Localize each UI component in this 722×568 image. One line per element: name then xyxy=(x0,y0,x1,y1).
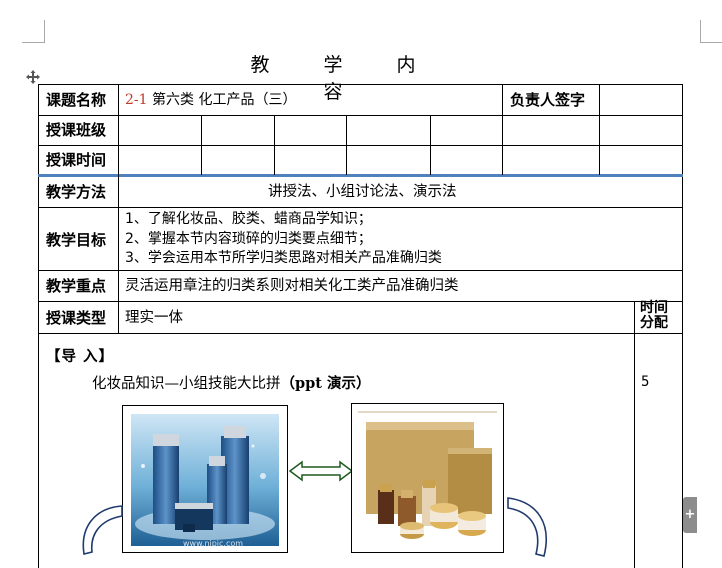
class-cell[interactable] xyxy=(120,117,200,144)
time-label: 授课时间 xyxy=(46,151,107,169)
time-cell[interactable] xyxy=(432,147,501,173)
cosmetics-photo-1[interactable]: www.nipic.com xyxy=(122,405,288,553)
time-cell[interactable] xyxy=(276,147,345,173)
goal-item: 2、掌握本节内容琐碎的归类要点细节； xyxy=(125,230,372,247)
time-cell[interactable] xyxy=(348,147,429,173)
cosmetics-photo-2[interactable] xyxy=(351,403,504,553)
watermark-text: www.nipic.com xyxy=(183,539,243,548)
course-name-value[interactable]: 2-1 第六类 化工产品（三） xyxy=(125,91,296,109)
course-code: 2-1 xyxy=(125,92,148,108)
class-cell[interactable] xyxy=(432,117,501,144)
intro-line[interactable]: 化妆品知识—小组技能大比拼（ppt 演示） xyxy=(92,372,371,393)
page-corner-mark xyxy=(22,20,45,43)
curved-arrow-right-icon xyxy=(507,497,548,557)
method-label: 教学方法 xyxy=(46,183,107,201)
type-label: 授课类型 xyxy=(46,309,107,327)
type-value[interactable]: 理实一体 xyxy=(125,309,183,327)
goal-item: 3、学会运用本节所学归类思路对相关产品准确归类 xyxy=(125,250,442,266)
intro-ppt-note: （ppt 演示） xyxy=(280,375,371,392)
responsible-label: 负责人签字 xyxy=(510,91,586,109)
goal-list[interactable]: 1、了解化妆品、胶类、蜡商品学知识； 2、掌握本节内容琐碎的归类要点细节； 3、… xyxy=(125,210,442,269)
class-label: 授课班级 xyxy=(46,121,107,139)
curved-arrow-left-icon xyxy=(82,505,123,555)
intro-text: 化妆品知识—小组技能大比拼 xyxy=(92,376,281,392)
section-heading: 【导 入】 xyxy=(46,349,115,365)
goal-item: 1、了解化妆品、胶类、蜡商品学知识； xyxy=(125,211,372,227)
expand-icon[interactable]: + xyxy=(683,497,697,533)
class-cell[interactable] xyxy=(276,117,345,144)
focus-label: 教学重点 xyxy=(46,277,107,295)
gold-cosmetics-image xyxy=(352,404,503,552)
class-cell[interactable] xyxy=(348,117,429,144)
focus-value[interactable]: 灵活运用章注的归类系则对相关化工类产品准确归类 xyxy=(125,277,459,295)
signature-cell[interactable] xyxy=(601,86,681,114)
goal-label: 教学目标 xyxy=(46,231,107,249)
move-handle-icon[interactable] xyxy=(25,69,41,85)
time-cell[interactable] xyxy=(203,147,273,173)
time-value: 5 xyxy=(641,374,650,390)
class-cell[interactable] xyxy=(203,117,273,144)
time-cell[interactable] xyxy=(120,147,200,173)
course-title: 第六类 化工产品（三） xyxy=(147,92,297,108)
page-corner-mark xyxy=(700,20,722,43)
double-arrow-icon xyxy=(288,460,354,482)
skincare-bottles-image: www.nipic.com xyxy=(131,414,279,548)
course-name-label: 课题名称 xyxy=(46,91,107,109)
method-value[interactable]: 讲授法、小组讨论法、演示法 xyxy=(268,183,457,201)
time-alloc-label: 时间分配 xyxy=(640,300,668,331)
